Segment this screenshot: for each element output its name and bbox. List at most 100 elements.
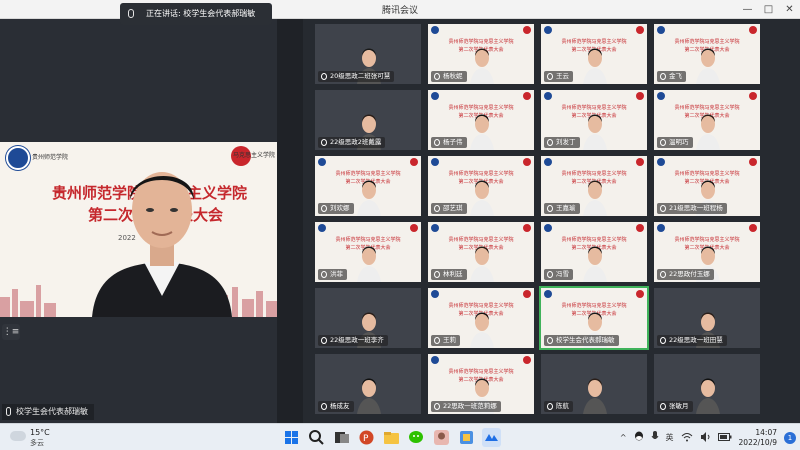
participant-tile[interactable]: 贵州师范学院马克思主义学院第二次学生代表大会林利廷 xyxy=(428,222,534,282)
tray-overflow-icon[interactable]: ^ xyxy=(620,433,627,442)
participant-tile[interactable]: 20级思政二班张可慧 xyxy=(315,24,421,84)
weather-condition: 多云 xyxy=(30,439,44,447)
participant-name: 刘发丁 xyxy=(556,138,576,146)
school-logo-icon xyxy=(544,92,552,100)
minimize-button[interactable]: — xyxy=(737,0,758,19)
participant-tile[interactable]: 22级思政一班田慧 xyxy=(654,288,760,348)
tencent-meeting-icon[interactable] xyxy=(482,428,501,447)
participant-name-label: 冯雪 xyxy=(544,269,573,280)
avatar-app-icon[interactable] xyxy=(432,428,451,447)
participant-name: 陈航 xyxy=(556,402,569,410)
wechat-icon[interactable] xyxy=(407,428,426,447)
volume-icon[interactable] xyxy=(700,431,711,444)
microphone-tray-icon[interactable] xyxy=(651,431,659,444)
system-tray: ^ 英 14:07 2022/10/9 1 xyxy=(620,426,796,449)
participant-name: 杨子伟 xyxy=(443,138,463,146)
system-clock[interactable]: 14:07 2022/10/9 xyxy=(739,428,777,448)
participant-tile[interactable]: 贵州师范学院马克思主义学院第二次学生代表大会22思政付玉娜 xyxy=(654,222,760,282)
school-logo-icon xyxy=(318,158,326,166)
main-speaker-video[interactable]: 贵州师范学院 马克思主义学院 贵州师范学院马克思主义学院 第二次学生代表大会 2… xyxy=(0,19,277,423)
participant-tile[interactable]: 贵州师范学院马克思主义学院第二次学生代表大会金飞 xyxy=(654,24,760,84)
participant-name-label: 杨秋妮 xyxy=(431,71,467,82)
participant-person xyxy=(470,114,494,150)
participant-tile[interactable]: 贵州师范学院马克思主义学院第二次学生代表大会杨秋妮 xyxy=(428,24,534,84)
clock-date: 2022/10/9 xyxy=(738,437,777,447)
participant-name: 林利廷 xyxy=(443,270,463,278)
participant-grid: 20级思政二班张可慧贵州师范学院马克思主义学院第二次学生代表大会杨秋妮贵州师范学… xyxy=(315,24,761,416)
participant-tile[interactable]: 贵州师范学院马克思主义学院第二次学生代表大会冯雪 xyxy=(541,222,647,282)
participant-tile[interactable]: 贵州师范学院马克思主义学院第二次学生代表大会校学生会代表郝瑞敏 xyxy=(539,286,649,350)
panel-divider[interactable] xyxy=(277,19,303,423)
user-icon xyxy=(660,73,666,80)
side-panel-handle-icon[interactable]: ⋮≡ xyxy=(2,324,20,340)
school-logo-icon xyxy=(431,224,439,232)
school-logo-icon xyxy=(431,356,439,364)
participant-name: 22思政一班范莉娜 xyxy=(443,402,497,410)
college-logo-icon xyxy=(523,356,531,364)
input-method-label[interactable]: 英 xyxy=(666,432,674,443)
participant-name-label: 杨子伟 xyxy=(431,137,467,148)
windows-start-icon[interactable] xyxy=(282,428,301,447)
user-icon xyxy=(547,403,553,410)
participant-name: 校学生会代表郝瑞敏 xyxy=(556,336,615,344)
participant-tile[interactable]: 贵州师范学院马克思主义学院第二次学生代表大会刘发丁 xyxy=(541,90,647,150)
participant-tile[interactable]: 22级思政一班李齐 xyxy=(315,288,421,348)
speaker-stage: 贵州师范学院 马克思主义学院 贵州师范学院马克思主义学院 第二次学生代表大会 2… xyxy=(0,142,277,317)
taskbar: 15°C 多云 P ^ 英 14:07 2022/10/9 1 xyxy=(0,423,800,450)
participant-name: 杨秋妮 xyxy=(443,72,463,80)
college-logo-icon xyxy=(523,92,531,100)
user-icon xyxy=(434,403,440,410)
participant-name-label: 王云 xyxy=(544,71,573,82)
participant-tile[interactable]: 贵州师范学院马克思主义学院第二次学生代表大会21级思政一班程杨 xyxy=(654,156,760,216)
participant-tile[interactable]: 贵州师范学院马克思主义学院第二次学生代表大会杨子伟 xyxy=(428,90,534,150)
participant-tile[interactable]: 贵州师范学院马克思主义学院第二次学生代表大会22思政一班范莉娜 xyxy=(428,354,534,414)
user-icon xyxy=(434,139,440,146)
participant-person xyxy=(470,180,494,216)
school-logo-icon xyxy=(431,158,439,166)
college-logo-icon xyxy=(636,290,644,298)
participant-name: 22级思政一班田慧 xyxy=(669,336,723,344)
participant-tile[interactable]: 贵州师范学院马克思主义学院第二次学生代表大会王莉 xyxy=(428,288,534,348)
school-logo-icon xyxy=(657,224,665,232)
notification-badge[interactable]: 1 xyxy=(784,431,796,444)
school-logo-icon xyxy=(544,158,552,166)
participant-tile[interactable]: 贵州师范学院马克思主义学院第二次学生代表大会邵艺琪 xyxy=(428,156,534,216)
user-icon xyxy=(434,205,440,212)
file-explorer-icon[interactable] xyxy=(382,428,401,447)
speaker-person xyxy=(92,172,232,317)
user-icon xyxy=(434,271,440,278)
participant-tile[interactable]: 贵州师范学院马克思主义学院第二次学生代表大会洪菲 xyxy=(315,222,421,282)
school-logo-icon xyxy=(431,290,439,298)
participant-name-label: 刘欢娜 xyxy=(318,203,354,214)
college-logo-icon xyxy=(636,158,644,166)
participant-tile[interactable]: 贵州师范学院马克思主义学院第二次学生代表大会刘欢娜 xyxy=(315,156,421,216)
participant-tile[interactable]: 贵州师范学院马克思主义学院第二次学生代表大会王嘉瑜 xyxy=(541,156,647,216)
speaking-indicator: 正在讲话: 校学生会代表郝瑞敏 xyxy=(120,3,272,25)
user-icon xyxy=(321,73,327,80)
close-button[interactable]: ✕ xyxy=(779,0,800,19)
participant-person xyxy=(696,114,720,150)
participant-person xyxy=(583,114,607,150)
participant-tile[interactable]: 22级思政2班戴露 xyxy=(315,90,421,150)
wifi-icon[interactable] xyxy=(681,432,693,444)
microphone-icon xyxy=(128,9,134,18)
powerpoint-icon[interactable]: P xyxy=(357,428,376,447)
photos-icon[interactable] xyxy=(457,428,476,447)
participant-tile[interactable]: 陈航 xyxy=(541,354,647,414)
speaker-name: 校学生会代表郝瑞敏 xyxy=(16,407,88,416)
maximize-button[interactable]: □ xyxy=(758,0,779,19)
participant-tile[interactable]: 张敏月 xyxy=(654,354,760,414)
search-icon[interactable] xyxy=(307,428,326,447)
participant-tile[interactable]: 杨成友 xyxy=(315,354,421,414)
participant-name-label: 22思政一班范莉娜 xyxy=(431,401,501,412)
qq-icon[interactable] xyxy=(634,431,644,444)
weather-widget[interactable]: 15°C 多云 xyxy=(10,427,80,449)
participant-name: 邵艺琪 xyxy=(443,204,463,212)
task-view-icon[interactable] xyxy=(332,428,351,447)
battery-icon[interactable] xyxy=(717,432,732,443)
participant-person xyxy=(696,378,720,414)
participant-tile[interactable]: 贵州师范学院马克思主义学院第二次学生代表大会王云 xyxy=(541,24,647,84)
participant-name-label: 陈航 xyxy=(544,401,573,412)
participant-tile[interactable]: 贵州师范学院马克思主义学院第二次学生代表大会温明巧 xyxy=(654,90,760,150)
participant-name: 21级思政一班程杨 xyxy=(669,204,723,212)
